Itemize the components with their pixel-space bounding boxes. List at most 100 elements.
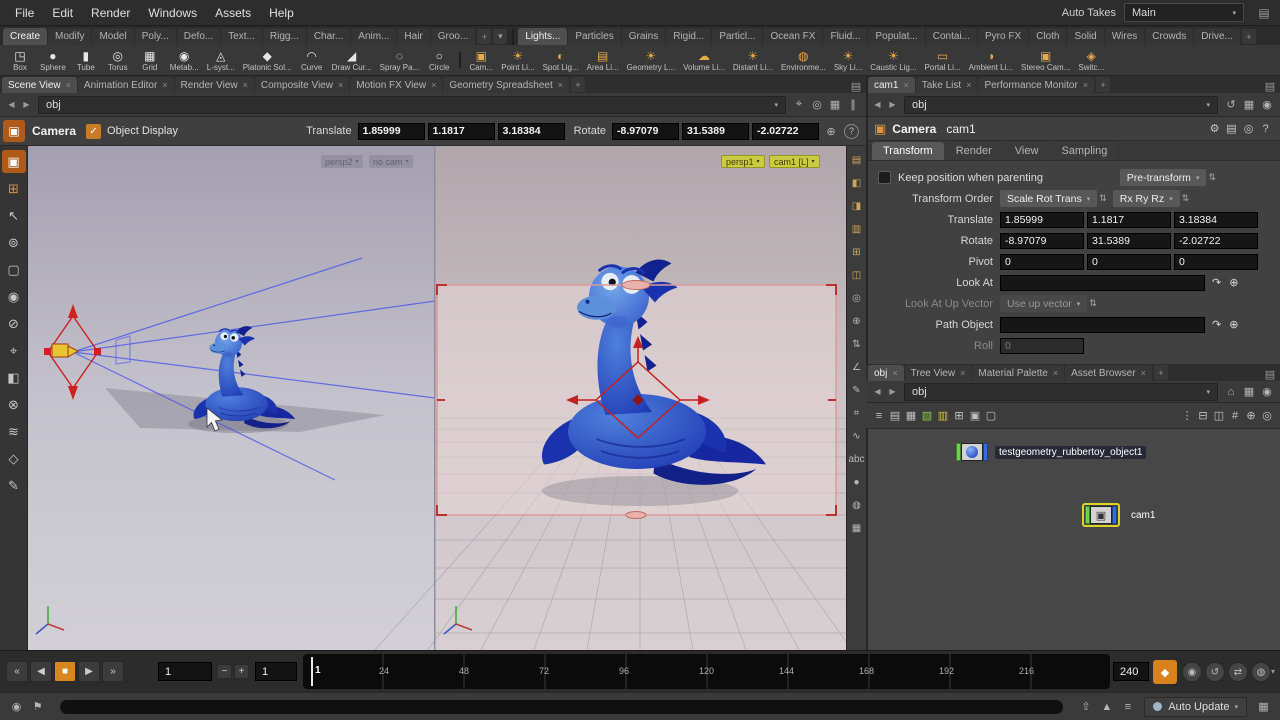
- close-icon[interactable]: ×: [892, 368, 897, 378]
- pane-tab[interactable]: cam1 ×: [868, 77, 915, 93]
- transform-order-dropdown[interactable]: Scale Rot Trans ▾: [1000, 190, 1097, 207]
- parameter-header-icon[interactable]: ⚙: [1206, 120, 1223, 137]
- shelf-tab[interactable]: Groo...: [431, 28, 476, 45]
- forward-icon[interactable]: ▶: [19, 97, 34, 112]
- pane-menu-icon[interactable]: ▤: [1262, 80, 1278, 93]
- shelf-tool[interactable]: ◑ Ambient Li...: [965, 45, 1017, 75]
- status-icon[interactable]: ⚑: [29, 698, 46, 715]
- pane-tab[interactable]: Asset Browser ×: [1065, 365, 1152, 381]
- viewport-display-icon[interactable]: ◨: [848, 198, 866, 215]
- shelf-tab[interactable]: Text...: [221, 28, 262, 45]
- updown-icon[interactable]: ⇅: [1208, 172, 1216, 183]
- viewport-tool-icon[interactable]: ✎: [2, 474, 26, 497]
- pathbar-icon[interactable]: ◉: [1258, 383, 1276, 401]
- pathbar-icon[interactable]: ◎: [808, 96, 826, 114]
- viewport-display-icon[interactable]: ⌗: [848, 405, 866, 422]
- shelf-tab[interactable]: Anim...: [351, 28, 396, 45]
- look-at-field[interactable]: [1000, 275, 1205, 291]
- transport-button[interactable]: ■: [54, 661, 76, 682]
- shelf-tab[interactable]: Solid: [1067, 28, 1103, 45]
- network-toolbar-icon[interactable]: #: [1227, 408, 1243, 424]
- back-icon[interactable]: ◀: [870, 384, 885, 399]
- shelf-tab[interactable]: Create: [3, 28, 47, 45]
- network-toolbar-icon[interactable]: ▥: [935, 408, 951, 424]
- translate-z-field[interactable]: 3.18384: [498, 123, 565, 140]
- frame-ruler[interactable]: 124487296120144168192216: [303, 654, 1110, 689]
- shelf-tool[interactable]: ○ Circle: [423, 45, 455, 75]
- close-icon[interactable]: ×: [431, 80, 436, 90]
- shelf-tab[interactable]: Grains: [622, 28, 665, 45]
- shelf-tool[interactable]: ◠ Curve: [296, 45, 328, 75]
- node-name-field[interactable]: cam1: [946, 122, 975, 136]
- menu-item[interactable]: Render: [82, 0, 139, 26]
- playback-option-button[interactable]: ⇄: [1228, 662, 1248, 682]
- viewport-display-icon[interactable]: ●: [848, 474, 866, 491]
- close-icon[interactable]: ×: [966, 80, 971, 90]
- menu-item[interactable]: File: [6, 0, 43, 26]
- viewport-display-icon[interactable]: ◧: [848, 175, 866, 192]
- network-toolbar-icon[interactable]: ▧: [919, 408, 935, 424]
- display-mode-label[interactable]: Object Display: [107, 125, 178, 137]
- node-rubbertoy[interactable]: testgeometry_rubbertoy_object1: [956, 443, 1146, 461]
- transport-button[interactable]: «: [6, 661, 28, 682]
- frame-increment-button[interactable]: +: [234, 664, 249, 679]
- shelf-tab[interactable]: Rigid...: [666, 28, 711, 45]
- viewport-tool-icon[interactable]: ⌖: [2, 339, 26, 362]
- pathbar-icon[interactable]: ⌂: [1222, 383, 1240, 401]
- viewport-display-icon[interactable]: ▦: [848, 520, 866, 537]
- frame-bottom-handle[interactable]: [626, 512, 646, 519]
- pane-tab[interactable]: Geometry Spreadsheet ×: [443, 77, 569, 93]
- shelf-tool[interactable]: ◢ Draw Cur...: [328, 45, 376, 75]
- status-icon[interactable]: ◉: [8, 698, 25, 715]
- network-toolbar-icon[interactable]: ⊕: [1243, 408, 1259, 424]
- viewport-display-icon[interactable]: ∿: [848, 428, 866, 445]
- path-combo[interactable]: obj ▾: [38, 96, 786, 114]
- back-icon[interactable]: ◀: [870, 97, 885, 112]
- shelf-tool[interactable]: ☀ Point Li...: [497, 45, 538, 75]
- new-tab-icon[interactable]: +: [1154, 365, 1168, 380]
- path-combo[interactable]: obj ▾: [904, 383, 1218, 401]
- menu-item[interactable]: Windows: [139, 0, 206, 26]
- set-key-button[interactable]: ◆: [1153, 660, 1177, 684]
- rotate-order-dropdown[interactable]: Rx Ry Rz ▾: [1113, 190, 1180, 207]
- pane-menu-icon[interactable]: ▤: [1262, 368, 1278, 381]
- pane-tab[interactable]: Tree View ×: [905, 365, 972, 381]
- pivot-x-field[interactable]: 0: [1000, 254, 1084, 270]
- viewport-display-icon[interactable]: ⇅: [848, 336, 866, 353]
- close-icon[interactable]: ×: [1141, 368, 1146, 378]
- pretransform-dropdown[interactable]: Pre-transform ▾: [1120, 169, 1207, 186]
- network-toolbar-icon[interactable]: ⊟: [1195, 408, 1211, 424]
- shelf-tab[interactable]: Drive...: [1194, 28, 1240, 45]
- range-start-field[interactable]: 1: [255, 662, 297, 681]
- network-toolbar-icon[interactable]: ⋮: [1179, 408, 1195, 424]
- shelf-tab[interactable]: Crowds: [1145, 28, 1193, 45]
- shelf-tool[interactable]: ◬ L-syst...: [203, 45, 239, 75]
- parameter-tab[interactable]: Transform: [872, 142, 944, 160]
- playback-option-button[interactable]: ↺: [1205, 662, 1225, 682]
- camera-tool-icon[interactable]: ▣: [3, 120, 25, 142]
- viewport-display-icon[interactable]: abc: [848, 451, 866, 468]
- pane-tab[interactable]: Composite View ×: [255, 77, 349, 93]
- new-tab-icon[interactable]: +: [571, 77, 585, 92]
- viewport-tool-icon[interactable]: ⊞: [2, 177, 26, 200]
- close-icon[interactable]: ×: [338, 80, 343, 90]
- viewport-tool-icon[interactable]: ◇: [2, 447, 26, 470]
- close-icon[interactable]: ×: [1053, 368, 1058, 378]
- shelf-tab[interactable]: Contai...: [926, 28, 977, 45]
- viewport-display-icon[interactable]: ⊞: [848, 244, 866, 261]
- shelf-tab[interactable]: Fluid...: [823, 28, 867, 45]
- viewport-tool-icon[interactable]: ⊗: [2, 393, 26, 416]
- help-icon[interactable]: ?: [844, 124, 859, 139]
- shelf-tab[interactable]: Wires: [1105, 28, 1145, 45]
- shelf-tab[interactable]: Particl...: [712, 28, 762, 45]
- end-frame-field[interactable]: 240: [1113, 662, 1149, 681]
- frame-decrement-button[interactable]: −: [217, 664, 232, 679]
- node-cam1[interactable]: ▣ cam1: [1082, 503, 1159, 527]
- shelf-tool[interactable]: ▤ Area Li...: [583, 45, 623, 75]
- pane-tab[interactable]: Render View ×: [175, 77, 254, 93]
- pane-tab[interactable]: Scene View ×: [2, 77, 77, 93]
- updown-icon[interactable]: ⇅: [1182, 193, 1190, 204]
- selectable-flag[interactable]: [1112, 506, 1117, 524]
- viewport-tool-icon[interactable]: ▢: [2, 258, 26, 281]
- viewport-display-icon[interactable]: ◎: [848, 290, 866, 307]
